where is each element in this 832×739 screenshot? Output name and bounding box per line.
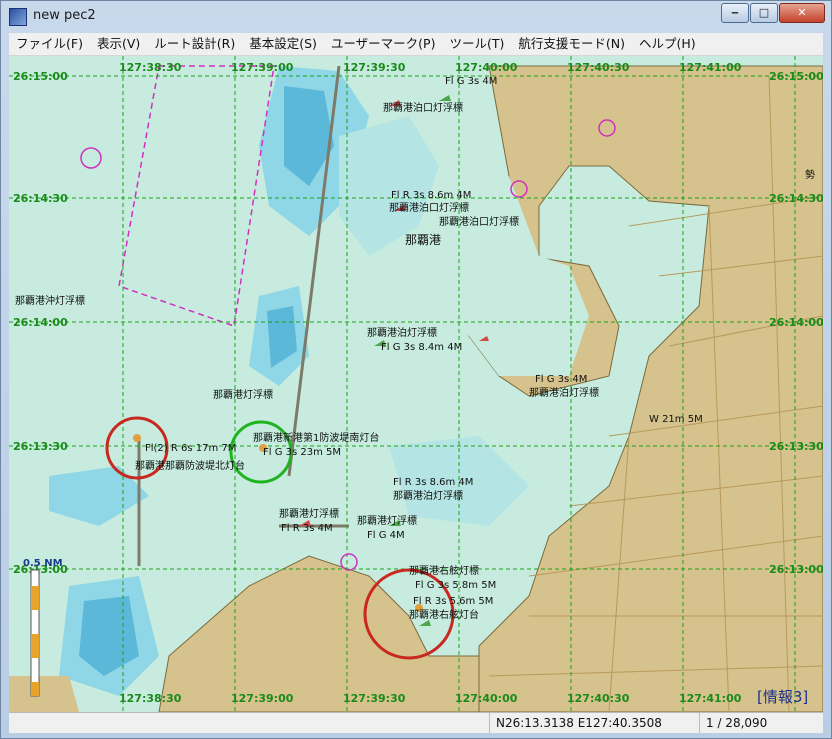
maximize-icon: □ xyxy=(758,6,770,19)
menu-view[interactable]: 表示(V) xyxy=(90,33,147,55)
minimize-icon: ‒ xyxy=(731,6,739,19)
lon-label-bottom: 127:40:00 xyxy=(455,692,518,705)
lat-label-right: 26:14:30 xyxy=(769,192,823,205)
cursor-position: N26:13.3138 E127:40.3508 xyxy=(489,713,668,733)
port-name-label: 那覇港 xyxy=(405,233,441,247)
lon-label-top: 127:39:30 xyxy=(343,61,406,74)
close-icon: ✕ xyxy=(797,6,807,19)
lon-label-bottom: 127:39:30 xyxy=(343,692,406,705)
lon-label-top: 127:38:30 xyxy=(119,61,182,74)
menu-help[interactable]: ヘルプ(H) xyxy=(632,33,703,55)
place-label: 勢 xyxy=(805,168,815,181)
buoy-label[interactable]: 那覇港泊口灯浮標 xyxy=(383,101,463,114)
buoy-label[interactable]: 那覇港灯浮標 xyxy=(279,507,339,520)
menu-navigation-support[interactable]: 航行支援モード(N) xyxy=(511,33,632,55)
app-icon xyxy=(9,8,27,26)
status-bar: N26:13.3138 E127:40.3508 1 / 28,090 xyxy=(9,712,823,733)
maximize-button[interactable]: □ xyxy=(750,3,778,23)
light-characteristic-label: W 21m 5M xyxy=(649,414,703,425)
buoy-characteristic-label: Fl G 3s 8.4m 4M xyxy=(381,342,462,353)
lon-label-top: 127:41:00 xyxy=(679,61,742,74)
lat-label-right: 26:14:00 xyxy=(769,316,823,329)
light-characteristic-label: Fl(2) R 6s 17m 7M xyxy=(145,443,236,454)
lighthouse-label[interactable]: 那覇港右舷灯台 xyxy=(409,608,479,621)
buoy-label[interactable]: 那覇港灯浮標 xyxy=(213,388,273,401)
scale-bar-segment xyxy=(31,586,39,610)
land-area xyxy=(9,676,79,712)
light-characteristic-label: Fl G 3s 23m 5M xyxy=(263,447,341,458)
buoy-characteristic-label: Fl R 3s 8.6m 4M xyxy=(391,190,471,201)
buoy-label[interactable]: 那覇港泊灯浮標 xyxy=(529,386,599,399)
lat-label-left: 26:14:00 xyxy=(13,316,68,329)
lon-label-bottom: 127:41:00 xyxy=(679,692,742,705)
nautical-chart-view[interactable]: 127:38:30 127:39:00 127:39:30 127:40:00 … xyxy=(9,56,823,712)
lon-label-bottom: 127:39:00 xyxy=(231,692,294,705)
menu-bar: ファイル(F) 表示(V) ルート設計(R) 基本設定(S) ユーザーマーク(P… xyxy=(9,33,823,56)
title-bar[interactable]: new pec2 ‒ □ ✕ xyxy=(1,1,831,31)
menu-settings[interactable]: 基本設定(S) xyxy=(242,33,324,55)
info-label[interactable]: [情報3] xyxy=(757,688,808,706)
lon-label-top: 127:40:00 xyxy=(455,61,518,74)
chart-canvas[interactable]: 127:38:30 127:39:00 127:39:30 127:40:00 … xyxy=(9,56,823,712)
buoy-characteristic-label: Fl G 4M xyxy=(367,530,405,541)
light-characteristic-label: Fl R 3s 5.6m 5M xyxy=(413,596,493,607)
buoy-label[interactable]: 那覇港泊口灯浮標 xyxy=(439,215,519,228)
close-button[interactable]: ✕ xyxy=(779,3,825,23)
lat-label-left: 26:15:00 xyxy=(13,70,68,83)
minimize-button[interactable]: ‒ xyxy=(721,3,749,23)
scale-bar-segment xyxy=(31,682,39,696)
app-window: new pec2 ‒ □ ✕ ファイル(F) 表示(V) ルート設計(R) 基本… xyxy=(0,0,832,739)
light-label[interactable]: 那覇港右舷灯標 xyxy=(409,564,479,577)
buoy-label[interactable]: 那覇港沖灯浮標 xyxy=(15,294,85,307)
buoy-label[interactable]: 那覇港灯浮標 xyxy=(357,514,417,527)
lon-label-bottom: 127:38:30 xyxy=(119,692,182,705)
chart-scale: 1 / 28,090 xyxy=(699,713,773,733)
menu-file[interactable]: ファイル(F) xyxy=(9,33,90,55)
scale-label: 0.5 NM xyxy=(23,558,63,569)
lighthouse-label[interactable]: 那覇港新港第1防波堤南灯台 xyxy=(253,431,379,444)
lighthouse-label[interactable]: 那覇港那覇防波堤北灯台 xyxy=(135,459,245,472)
buoy-characteristic-label: Fl R 3s 8.6m 4M xyxy=(393,477,473,488)
light-characteristic-label: Fl G 3s 5.8m 5M xyxy=(415,580,496,591)
buoy-characteristic-label: Fl G 3s 4M xyxy=(445,76,497,87)
menu-route-design[interactable]: ルート設計(R) xyxy=(147,33,242,55)
land-area xyxy=(468,65,823,712)
lat-label-left: 26:14:30 xyxy=(13,192,68,205)
lon-label-top: 127:39:00 xyxy=(231,61,294,74)
window-controls: ‒ □ ✕ xyxy=(720,3,825,23)
buoy-label[interactable]: 那覇港泊灯浮標 xyxy=(367,326,437,339)
lighthouse-icon[interactable] xyxy=(133,434,141,442)
buoy-label[interactable]: 那覇港泊灯浮標 xyxy=(393,489,463,502)
buoy-characteristic-label: Fl R 3s 4M xyxy=(281,523,333,534)
buoy-characteristic-label: Fl G 3s 4M xyxy=(535,374,587,385)
lat-label-right: 26:13:00 xyxy=(769,563,823,576)
lat-label-left: 26:13:30 xyxy=(13,440,68,453)
menu-user-mark[interactable]: ユーザーマーク(P) xyxy=(324,33,443,55)
lon-label-top: 127:40:30 xyxy=(567,61,630,74)
scale-bar-segment xyxy=(31,634,39,658)
window-title: new pec2 xyxy=(33,8,96,23)
lon-label-bottom: 127:40:30 xyxy=(567,692,630,705)
buoy-label[interactable]: 那覇港泊口灯浮標 xyxy=(389,201,469,214)
lat-label-right: 26:15:00 xyxy=(769,70,823,83)
menu-tools[interactable]: ツール(T) xyxy=(442,33,511,55)
lat-label-right: 26:13:30 xyxy=(769,440,823,453)
